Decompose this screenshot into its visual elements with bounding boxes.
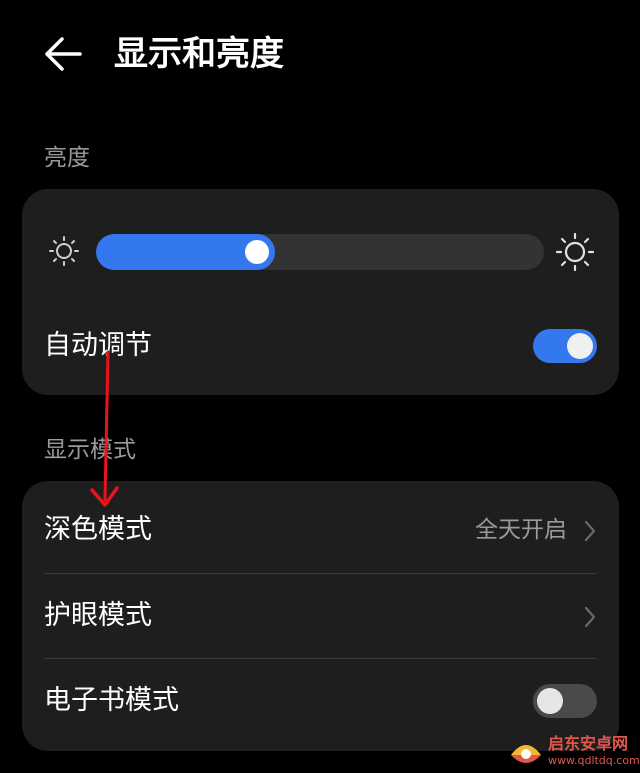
eye-comfort-row[interactable]: 护眼模式: [22, 573, 619, 659]
toggle-knob: [537, 688, 563, 714]
dark-mode-value: 全天开启: [475, 517, 567, 543]
ebook-mode-toggle[interactable]: [533, 684, 597, 718]
eye-comfort-label: 护眼模式: [44, 600, 152, 631]
back-arrow-icon[interactable]: [40, 34, 86, 74]
watermark-name: 启东安卓网: [548, 734, 629, 753]
auto-adjust-toggle[interactable]: [533, 329, 597, 363]
display-mode-card: 深色模式 全天开启 护眼模式 电子书模式: [22, 481, 619, 751]
chevron-right-icon: [583, 520, 597, 542]
ebook-mode-label: 电子书模式: [44, 685, 179, 716]
brightness-slider[interactable]: [96, 234, 544, 270]
watermark-url: www.qdltdq.com: [548, 754, 640, 767]
sun-small-icon: [48, 235, 80, 267]
app-header: 显示和亮度: [0, 0, 640, 110]
toggle-knob: [567, 333, 593, 359]
page-title: 显示和亮度: [114, 34, 284, 74]
brightness-slider-thumb[interactable]: [245, 240, 269, 264]
annotation-arrow: [80, 350, 130, 510]
brightness-section-label: 亮度: [44, 145, 90, 171]
watermark: 启东安卓网 www.qdltdq.com: [500, 731, 640, 773]
chevron-right-icon: [583, 606, 597, 628]
watermark-logo-icon: [508, 735, 544, 769]
sun-large-icon: [555, 232, 595, 272]
